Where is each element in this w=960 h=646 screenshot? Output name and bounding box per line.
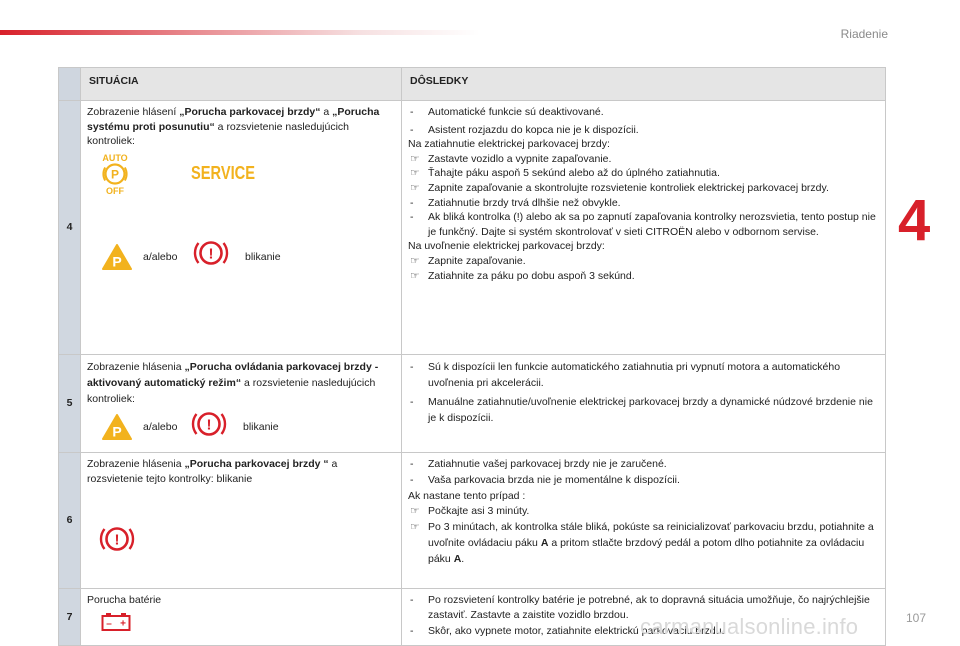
brake-failure-icon: ! xyxy=(189,407,229,441)
icons-row-2: P a/alebo ! blikanie xyxy=(87,235,395,281)
list-item: - Zatiahnutie vašej parkovacej brzdy nie … xyxy=(410,458,667,470)
row-number: 5 xyxy=(58,354,81,453)
table-row: 6 Zobrazenie hlásenia „Porucha parkovace… xyxy=(58,452,886,589)
situation-cell: Zobrazenie hlásenia „Porucha parkovacej … xyxy=(80,452,402,589)
page-number: 107 xyxy=(906,611,927,625)
row-number: 7 xyxy=(58,588,81,646)
table-header-row: SITUÁCIA DÔSLEDKY xyxy=(58,67,886,101)
svg-text:+: + xyxy=(120,618,126,629)
watermark: carmanualsonline.info xyxy=(640,614,859,639)
warning-table: SITUÁCIA DÔSLEDKY 4 Zobrazenie hlásení „… xyxy=(58,67,886,646)
list-item: - Vaša parkovacia brzda nie je momentálne… xyxy=(410,473,680,486)
list-item: - Manuálne zatiahnutie/uvoľnenie elektric… xyxy=(410,396,873,424)
svg-text:P: P xyxy=(112,424,121,440)
or-label: a/alebo xyxy=(143,421,178,433)
list-item: - Ak bliká kontrolka (!) alebo ak sa po z… xyxy=(410,211,876,238)
chapter-number: 4 xyxy=(898,188,931,253)
svg-text:P: P xyxy=(111,167,119,181)
battery-icon: – + xyxy=(101,612,131,632)
list-item: ☞ Po 3 minútach, ak kontrolka stále bliká… xyxy=(410,521,874,565)
list-item: Na uvoľnenie elektrickej parkovacej brzd… xyxy=(408,240,605,253)
list-item: - Asistent rozjazdu do kopca nie je k dis… xyxy=(410,123,639,136)
service-icon: SERVICE xyxy=(191,162,257,184)
or-label: a/alebo xyxy=(143,250,178,263)
list-item: ☞ Počkajte asi 3 minúty. xyxy=(410,505,530,518)
list-item: Na zatiahnutie elektrickej parkovacej br… xyxy=(408,138,610,151)
table-row: 5 Zobrazenie hlásenia „Porucha ovládania… xyxy=(58,354,886,453)
svg-text:!: ! xyxy=(207,417,212,434)
table-row: 4 Zobrazenie hlásení „Porucha parkovacej… xyxy=(58,100,886,355)
situation-cell: Porucha batérie – + xyxy=(80,588,402,646)
consequences-cell: - Zatiahnutie vašej parkovacej brzdy nie … xyxy=(401,452,886,589)
header-num-cell xyxy=(58,67,81,101)
svg-text:–: – xyxy=(106,618,112,629)
parking-warning-icon: P xyxy=(101,413,133,441)
svg-text:P: P xyxy=(112,253,121,269)
row-number: 6 xyxy=(58,452,81,589)
auto-p-off-icon: AUTO P OFF xyxy=(97,152,133,196)
row-number: 4 xyxy=(58,100,81,355)
blink-label: blikanie xyxy=(243,421,279,433)
brake-failure-icon: ! xyxy=(191,236,231,270)
situation-cell: Zobrazenie hlásenia „Porucha ovládania p… xyxy=(80,354,402,453)
list-item: Ak nastane tento prípad : xyxy=(408,489,526,502)
list-item: - Sú k dispozícii len funkcie automatické… xyxy=(410,361,841,389)
consequences-cell: - Sú k dispozícii len funkcie automatické… xyxy=(401,354,886,453)
list-item: ☞ Zapnite zapaľovanie. xyxy=(410,254,526,267)
list-item: ☞ Zastavte vozidlo a vypnite zapaľovanie. xyxy=(410,152,612,165)
icons-row-1: AUTO P OFF SERVICE xyxy=(87,153,395,205)
consequences-cell: - Automatické funkcie sú deaktivované. -A… xyxy=(401,100,886,355)
situation-text: Porucha batérie xyxy=(87,594,162,606)
situation-text: Zobrazenie hlásenia „Porucha ovládania p… xyxy=(87,361,379,405)
list-item: - Automatické funkcie sú deaktivované. xyxy=(410,106,604,118)
top-accent-bar xyxy=(0,30,480,35)
svg-text:AUTO: AUTO xyxy=(102,153,127,163)
situation-cell: Zobrazenie hlásení „Porucha parkovacej b… xyxy=(80,100,402,355)
list-item: - Zatiahnutie brzdy trvá dlhšie než obvyk… xyxy=(410,196,621,209)
header-situation: SITUÁCIA xyxy=(80,67,402,101)
header-consequences: DÔSLEDKY xyxy=(401,67,886,101)
blink-label: blikanie xyxy=(245,250,281,263)
situation-text: Zobrazenie hlásení „Porucha parkovacej b… xyxy=(87,106,380,148)
icons-row: – + xyxy=(87,608,395,632)
situation-text: Zobrazenie hlásenia „Porucha parkovacej … xyxy=(87,458,338,485)
svg-text:!: ! xyxy=(209,245,214,262)
consequences-list: - Automatické funkcie sú deaktivované. -A… xyxy=(408,105,879,283)
consequences-list: - Zatiahnutie vašej parkovacej brzdy nie … xyxy=(408,457,879,568)
brake-failure-icon: ! xyxy=(97,522,137,556)
parking-warning-icon: P xyxy=(101,243,133,271)
list-item: ☞ Ťahajte páku aspoň 5 sekúnd alebo až do… xyxy=(410,167,720,180)
list-item: ☞ Zapnite zapaľovanie a skontrolujte rozs… xyxy=(410,181,829,194)
svg-text:OFF: OFF xyxy=(106,186,124,196)
svg-text:!: ! xyxy=(115,532,120,549)
list-item: ☞ Zatiahnite za páku po dobu aspoň 3 sekú… xyxy=(410,269,635,282)
icons-row: P a/alebo ! blikanie xyxy=(87,407,395,445)
svg-text:SERVICE: SERVICE xyxy=(191,163,255,183)
section-title: Riadenie xyxy=(840,27,888,41)
consequences-list: - Sú k dispozícii len funkcie automatické… xyxy=(408,359,879,426)
icons-row: ! xyxy=(87,486,395,566)
